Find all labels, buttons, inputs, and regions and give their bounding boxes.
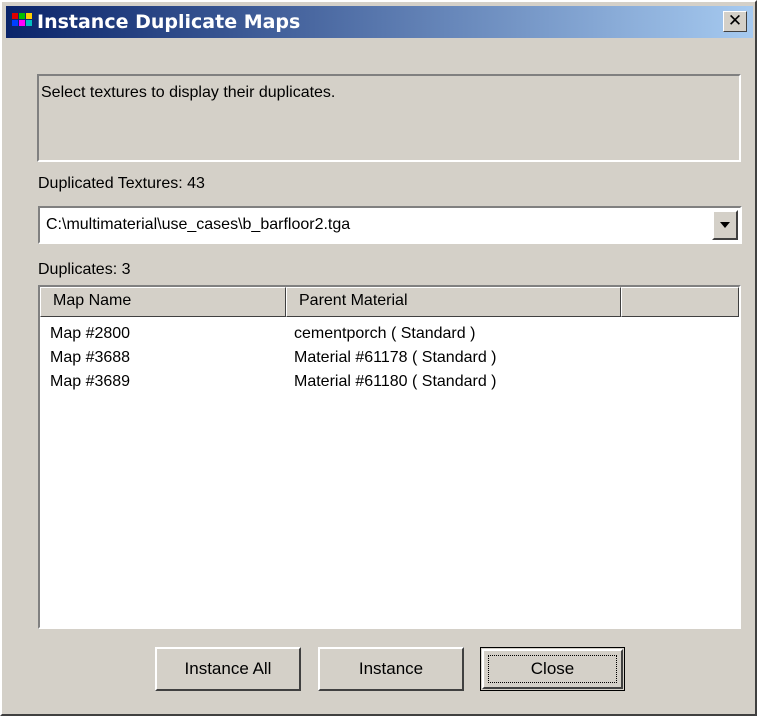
chevron-down-icon [720, 222, 730, 228]
column-header-parent-material[interactable]: Parent Material [286, 287, 621, 317]
map-name-cell: Map #3689 [50, 373, 131, 390]
close-icon: ✕ [727, 11, 743, 31]
map-name-cell: Map #3688 [50, 349, 131, 366]
app-icon [12, 13, 32, 31]
message-text: Select textures to display their duplica… [41, 84, 336, 101]
texture-select[interactable]: C:\multimaterial\use_cases\b_barfloor2.t… [38, 206, 742, 244]
close-window-button[interactable]: ✕ [723, 11, 747, 32]
column-header-map-name[interactable]: Map Name [40, 287, 286, 317]
texture-select-value: C:\multimaterial\use_cases\b_barfloor2.t… [46, 216, 351, 233]
window-title: Instance Duplicate Maps [37, 11, 301, 33]
parent-material-cell: cementporch ( Standard ) [294, 325, 476, 342]
map-name-cell: Map #2800 [50, 325, 131, 342]
instance-button[interactable]: Instance [318, 647, 464, 691]
close-button[interactable]: Close [480, 647, 625, 691]
table-row[interactable]: Map #3689 Material #61180 ( Standard ) [40, 373, 739, 397]
title-bar[interactable]: Instance Duplicate Maps ✕ [6, 6, 753, 38]
duplicates-label: Duplicates: 3 [38, 261, 131, 278]
dialog-window: Instance Duplicate Maps ✕ Select texture… [0, 0, 757, 716]
column-header-empty[interactable] [621, 287, 739, 317]
message-box: Select textures to display their duplica… [37, 74, 741, 162]
table-row[interactable]: Map #2800 cementporch ( Standard ) [40, 325, 739, 349]
duplicated-textures-label: Duplicated Textures: 43 [38, 175, 205, 192]
instance-all-button[interactable]: Instance All [155, 647, 301, 691]
parent-material-cell: Material #61178 ( Standard ) [294, 349, 497, 366]
duplicates-list[interactable]: Map Name Parent Material Map #2800 cemen… [38, 285, 741, 629]
list-header: Map Name Parent Material [40, 287, 739, 317]
dropdown-button[interactable] [712, 210, 738, 240]
table-row[interactable]: Map #3688 Material #61178 ( Standard ) [40, 349, 739, 373]
parent-material-cell: Material #61180 ( Standard ) [294, 373, 497, 390]
